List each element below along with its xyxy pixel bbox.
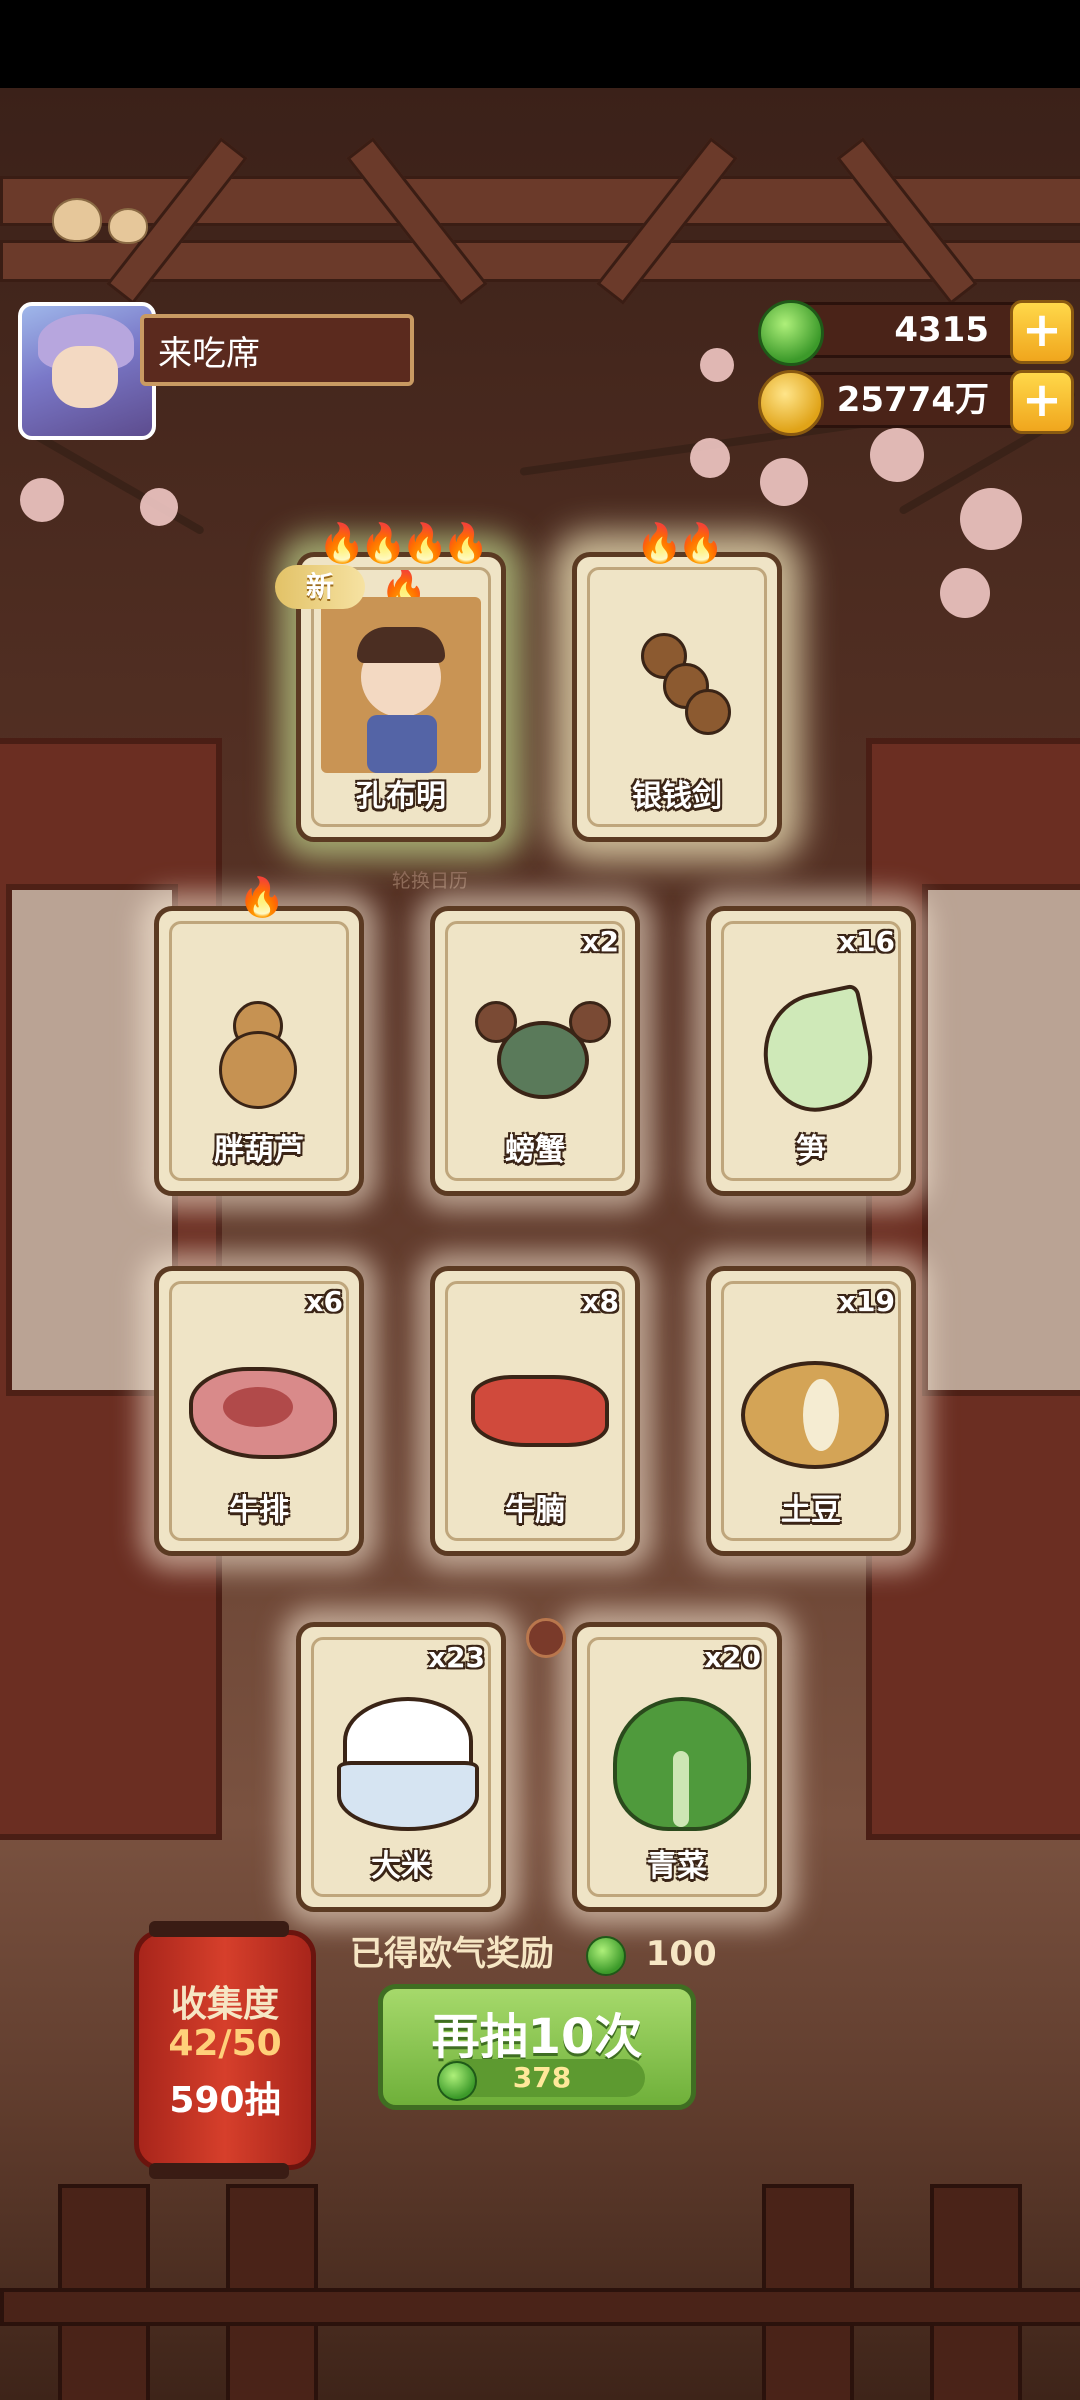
card-label: 胖葫芦 bbox=[214, 1133, 304, 1168]
character-portrait bbox=[321, 597, 481, 773]
steak-icon bbox=[189, 1367, 337, 1459]
jade-icon bbox=[585, 1935, 626, 1976]
card-label: 孔布明 bbox=[356, 779, 446, 814]
card-label: 土豆 bbox=[781, 1493, 841, 1528]
featured-card-kongbuming[interactable]: 🔥🔥🔥🔥🔥 新 孔布明 bbox=[275, 521, 506, 842]
card-steak[interactable]: x6 牛排 bbox=[154, 1266, 364, 1556]
jade-icon bbox=[758, 300, 824, 366]
flame-icons: 🔥🔥 bbox=[635, 521, 725, 565]
blossom bbox=[140, 488, 178, 526]
collection-lantern[interactable]: 收集度 42/50 590抽 bbox=[134, 1921, 316, 2179]
bonus-text: 已得欧气奖励 bbox=[350, 1934, 554, 1974]
bird-icon bbox=[52, 198, 102, 242]
blossom bbox=[870, 428, 924, 482]
card-label: 牛腩 bbox=[505, 1493, 565, 1528]
jade-icon bbox=[437, 2061, 477, 2101]
new-badge: 新 bbox=[275, 565, 365, 609]
card-label: 青菜 bbox=[647, 1849, 707, 1884]
flame-icons: 🔥 bbox=[238, 875, 285, 919]
draw-again-button[interactable]: 再抽10次 378 bbox=[378, 1984, 696, 2110]
draw-button-label: 再抽10次 bbox=[431, 2009, 643, 2065]
card-brisket[interactable]: x8 牛腩 bbox=[430, 1266, 640, 1556]
blossom bbox=[690, 438, 730, 478]
player-name: 来吃席 bbox=[140, 314, 414, 386]
collection-draws: 590抽 bbox=[169, 2080, 281, 2121]
card-label: 大米 bbox=[371, 1849, 431, 1884]
coin-amount: 25774万 bbox=[836, 380, 989, 420]
blossom bbox=[760, 458, 808, 506]
lattice-window bbox=[922, 884, 1080, 1396]
add-coins-button[interactable]: + bbox=[1010, 370, 1074, 434]
avatar-face bbox=[52, 346, 118, 408]
bonus-amount: 100 bbox=[645, 1934, 717, 1974]
potato-icon bbox=[741, 1361, 889, 1469]
status-bar bbox=[0, 0, 1080, 88]
bird-icon bbox=[108, 208, 148, 244]
lattice-window bbox=[6, 884, 178, 1396]
collection-progress: 42/50 bbox=[168, 2023, 282, 2064]
lantern-base bbox=[149, 2163, 289, 2179]
ornament-icon bbox=[526, 1618, 566, 1658]
card-panghulu[interactable]: 🔥 胖葫芦 bbox=[154, 875, 364, 1196]
card-label: 笋 bbox=[796, 1133, 826, 1168]
card-greens[interactable]: x20 青菜 bbox=[572, 1622, 782, 1912]
brisket-icon bbox=[471, 1375, 609, 1447]
collection-title: 收集度 bbox=[170, 1984, 279, 2025]
luck-bonus: 已得欧气奖励 100 bbox=[350, 1926, 717, 1978]
blossom bbox=[940, 568, 990, 618]
jade-amount: 4315 bbox=[894, 310, 989, 350]
card-label: 螃蟹 bbox=[505, 1133, 565, 1168]
rotation-calendar-label: 轮换日历 bbox=[391, 870, 468, 892]
railing-bar bbox=[0, 2288, 1080, 2326]
card-bamboo-shoot[interactable]: x16 笋 bbox=[706, 906, 916, 1196]
coin-sword-icon bbox=[633, 627, 731, 737]
blossom bbox=[960, 488, 1022, 550]
blossom bbox=[700, 348, 734, 382]
card-label: 银钱剑 bbox=[632, 779, 722, 814]
greens-icon bbox=[613, 1697, 751, 1831]
card-label: 牛排 bbox=[229, 1493, 289, 1528]
avatar[interactable] bbox=[18, 302, 156, 440]
card-rice[interactable]: x23 大米 bbox=[296, 1622, 506, 1912]
coin-icon bbox=[758, 370, 824, 436]
featured-card-yinqianjian[interactable]: 🔥🔥 银钱剑 bbox=[572, 521, 782, 842]
card-potato[interactable]: x19 土豆 bbox=[706, 1266, 916, 1556]
blossom bbox=[20, 478, 64, 522]
card-crab[interactable]: x2 螃蟹 bbox=[430, 906, 640, 1196]
add-jade-button[interactable]: + bbox=[1010, 300, 1074, 364]
lantern-cap bbox=[149, 1921, 289, 1937]
